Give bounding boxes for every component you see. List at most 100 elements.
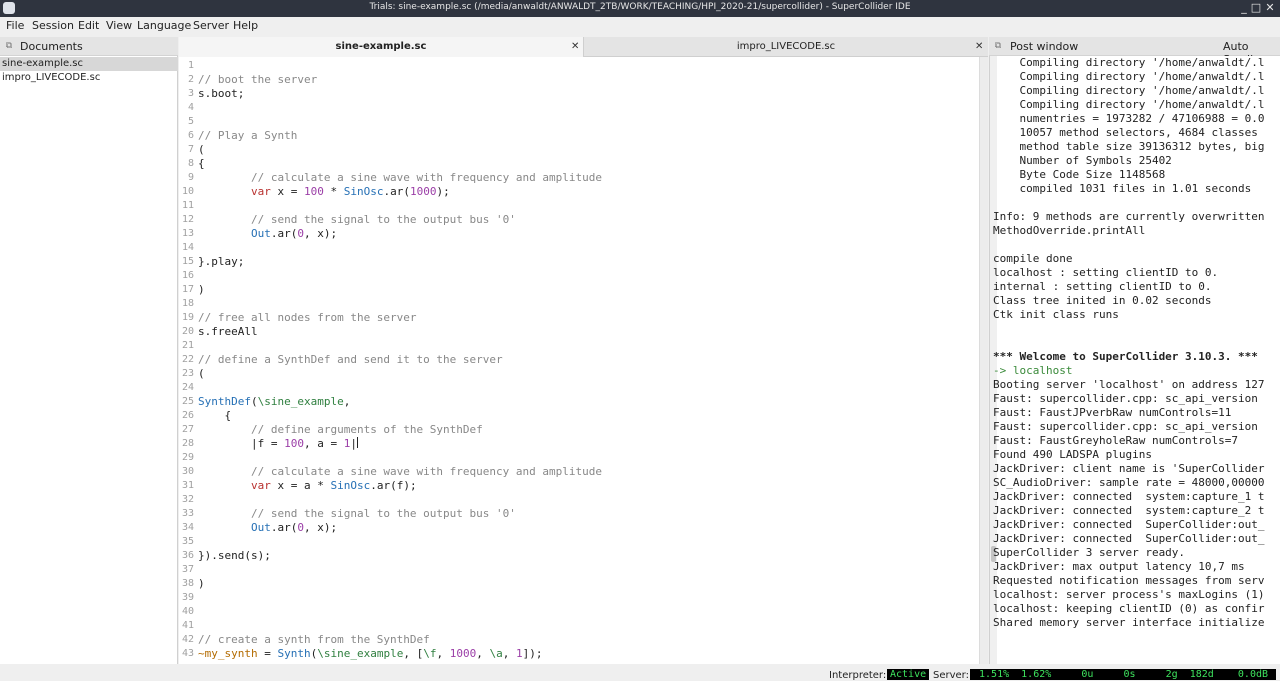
window-title: Trials: sine-example.sc (/media/anwaldt/… [369, 2, 911, 12]
post-window-line: *** Welcome to SuperCollider 3.10.3. *** [993, 350, 1258, 363]
code-line: ( [198, 367, 205, 380]
tab-sine-example[interactable]: sine-example.sc ✕ [179, 37, 584, 57]
post-window-line: Compiling directory '/home/anwaldt/.l [993, 70, 1265, 83]
menu-edit[interactable]: Edit [78, 19, 99, 32]
post-window-line: JackDriver: client name is 'SuperCollide… [993, 462, 1265, 475]
post-window-line: SC_AudioDriver: sample rate = 48000,0000… [993, 476, 1265, 489]
tab-label: impro_LIVECODE.sc [736, 41, 836, 52]
menu-server[interactable]: Server [193, 19, 229, 32]
post-window-line: Requested notification messages from ser… [993, 574, 1265, 587]
maximize-button[interactable]: □ [1249, 1, 1263, 15]
menu-view[interactable]: View [106, 19, 132, 32]
line-number: 43 [181, 648, 194, 659]
line-number: 1 [187, 60, 194, 71]
document-item-sine-example[interactable]: sine-example.sc [0, 57, 178, 71]
server-label: Server: [933, 670, 969, 681]
code-line: // define a SynthDef and send it to the … [198, 353, 503, 366]
code-line: Out.ar(0, x); [250, 227, 338, 240]
post-window-header: ⧉ Post window Auto Scroll [989, 37, 1280, 66]
code-line: // send the signal to the output bus '0' [250, 507, 516, 520]
menu-language[interactable]: Language [137, 19, 191, 32]
tab-close-icon[interactable]: ✕ [571, 37, 579, 57]
post-window-line: compiled 1031 files in 1.01 seconds [993, 182, 1252, 195]
editor-scrollbar[interactable] [979, 57, 988, 664]
post-window-line: Booting server 'localhost' on address 12… [993, 378, 1265, 391]
code-line: // boot the server [198, 73, 318, 86]
server-stats-badge[interactable]: 1.51% 1.62% 0u 0s 2g 182d 0.0dB [970, 669, 1276, 680]
line-number: 13 [181, 228, 194, 239]
menu-file[interactable]: File [6, 19, 24, 32]
code-editor[interactable]: 1 2 3 4 5 6 7 8 9 10 11 12 13 14 15 16 17 18 19 20 21 22 23 24 2… [179, 57, 979, 664]
line-number: 32 [181, 494, 194, 505]
post-window-line: Byte Code Size 1148568 [993, 168, 1166, 181]
code-line: // free all nodes from the server [198, 311, 417, 324]
interpreter-status-badge[interactable]: Active [887, 669, 930, 680]
code-line: ) [198, 577, 205, 590]
post-window-line: Number of Symbols 25402 [993, 154, 1172, 167]
tab-label: sine-example.sc [335, 41, 427, 52]
code-line: SynthDef(\sine_example, [198, 395, 351, 408]
line-number: 26 [181, 410, 194, 421]
line-number: 23 [181, 368, 194, 379]
post-window-line: Shared memory server interface initializ… [993, 616, 1265, 629]
line-number: 18 [181, 298, 194, 309]
post-window-line: compile done [993, 252, 1073, 265]
line-number: 19 [181, 312, 194, 323]
line-number: 12 [181, 214, 194, 225]
menu-bar: File Session Edit View Language Server H… [0, 17, 1280, 36]
code-line: // calculate a sine wave with frequency … [250, 171, 602, 184]
line-number: 17 [181, 284, 194, 295]
dock-float-icon[interactable]: ⧉ [993, 41, 1003, 51]
line-number: 38 [181, 578, 194, 589]
line-number: 24 [181, 382, 194, 393]
tab-close-icon[interactable]: ✕ [975, 37, 983, 57]
post-window-line: JackDriver: connected SuperCollider:out_ [993, 532, 1265, 545]
post-window-line: Compiling directory '/home/anwaldt/.l [993, 98, 1265, 111]
code-line: |f = 100, a = 1| [198, 437, 358, 450]
code-line: ( [198, 143, 205, 156]
code-line: Out.ar(0, x); [250, 521, 338, 534]
documents-dock-title: Documents [20, 40, 83, 53]
post-window-line: Faust: FaustGreyholeRaw numControls=7 [993, 434, 1239, 447]
post-window-line: 10057 method selectors, 4684 classes [993, 126, 1258, 139]
code-line: { [198, 157, 205, 170]
post-window-line: Class tree inited in 0.02 seconds [993, 294, 1212, 307]
post-window: Compiling directory '/home/anwaldt/.l Co… [989, 56, 1280, 664]
code-line: ~my_synth = Synth(\sine_example, [\f, 10… [198, 647, 543, 660]
post-window-line: localhost : setting clientID to 0. [993, 266, 1219, 279]
code-line: // Play a Synth [198, 129, 298, 142]
line-number: 2 [187, 74, 194, 85]
post-window-line: JackDriver: max output latency 10,7 ms [993, 560, 1245, 573]
post-window-line: localhost: server process's maxLogins (1… [993, 588, 1265, 601]
dock-float-icon[interactable]: ⧉ [4, 41, 14, 51]
post-window-line: Compiling directory '/home/anwaldt/.l [993, 84, 1265, 97]
line-number: 10 [181, 186, 194, 197]
documents-list: sine-example.sc impro_LIVECODE.sc [0, 56, 178, 664]
interpreter-label: Interpreter: [829, 670, 887, 681]
menu-session[interactable]: Session [32, 19, 74, 32]
post-window-line: SuperCollider 3 server ready. [993, 546, 1186, 559]
post-window-line: Ctk init class runs [993, 308, 1119, 321]
post-window-line: -> localhost [993, 364, 1073, 377]
line-number: 40 [181, 606, 194, 617]
close-window-button[interactable]: ✕ [1263, 1, 1277, 15]
document-item-impro-livecode[interactable]: impro_LIVECODE.sc [0, 71, 178, 85]
tab-impro-livecode[interactable]: impro_LIVECODE.sc ✕ [584, 37, 988, 57]
line-number: 3 [187, 88, 194, 99]
line-number: 34 [181, 522, 194, 533]
line-number: 25 [181, 396, 194, 407]
line-number: 21 [181, 340, 194, 351]
line-number: 39 [181, 592, 194, 603]
post-window-line: Compiling directory '/home/anwaldt/.l [993, 56, 1265, 69]
title-bar: Trials: sine-example.sc (/media/anwaldt/… [0, 0, 1280, 17]
menu-help[interactable]: Help [233, 19, 258, 32]
code-line: }.play; [198, 255, 245, 268]
line-number: 4 [187, 102, 194, 113]
line-number: 9 [187, 172, 194, 183]
code-line: }).send(s); [198, 549, 271, 562]
code-line: var x = a * SinOsc.ar(f); [250, 479, 417, 492]
editor-tab-bar: sine-example.sc ✕ impro_LIVECODE.sc ✕ [179, 37, 988, 57]
post-window-line: Info: 9 methods are currently overwritte… [993, 210, 1265, 223]
post-window-line: Faust: FaustJPverbRaw numControls=11 [993, 406, 1232, 419]
line-number: 15 [181, 256, 194, 267]
